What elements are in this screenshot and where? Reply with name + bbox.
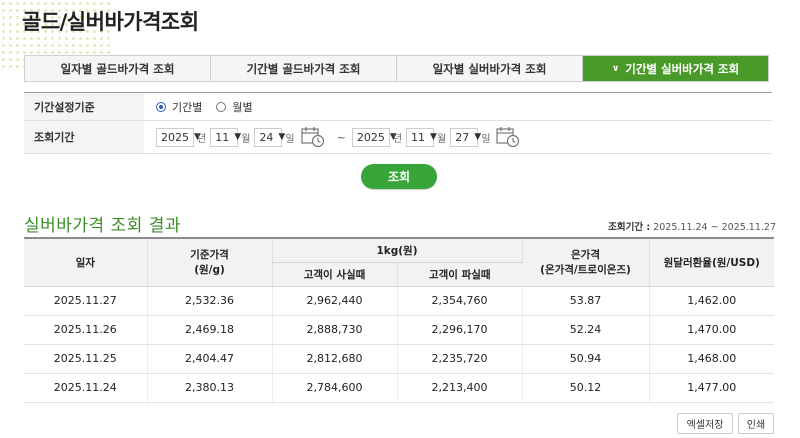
tab-label: 일자별 골드바가격 조회	[60, 61, 175, 76]
search-conditions: 기간설정기준 기간별 월별 조회기간 2025 ▼ 년 11 ▼ 월 24 ▼ 일 ~…	[24, 92, 772, 154]
header-unit: (온가격/트로이온즈)	[540, 264, 631, 277]
result-period: 조회기간 : 2025.11.24 ~ 2025.11.27	[608, 219, 776, 233]
cell-buy: 2,784,600	[272, 373, 398, 403]
unit-label: 일	[481, 133, 491, 145]
cell-silver-price: 50.12	[522, 373, 650, 403]
cell-date: 2025.11.27	[24, 286, 148, 316]
select-value: 2025	[161, 130, 189, 144]
header-date: 일자	[24, 237, 148, 287]
unit-label: 월	[241, 133, 251, 145]
cell-fx: 1,470.00	[649, 315, 774, 345]
select-value: 2025	[356, 130, 385, 144]
cell-buy: 2,812,680	[272, 344, 398, 374]
cell-date: 2025.11.26	[24, 315, 148, 345]
cell-base-price: 2,380.13	[147, 373, 273, 403]
cell-silver-price: 53.87	[522, 286, 650, 316]
start-day-select[interactable]: 24 ▼	[254, 127, 286, 147]
period-label: 조회기간 :	[608, 222, 651, 233]
unit-label: 년	[197, 133, 207, 145]
header-base-price: 기준가격 (원/g)	[147, 237, 273, 287]
tab-label: 기간별 골드바가격 조회	[246, 61, 361, 76]
end-year-select[interactable]: 2025 ▼	[351, 127, 397, 147]
chevron-down-icon: ▼	[278, 132, 286, 142]
tab-daily-gold[interactable]: 일자별 골드바가격 조회	[25, 56, 211, 81]
tab-period-silver[interactable]: ∨ 기간별 실버바가격 조회	[583, 56, 768, 81]
radio-unchecked-icon	[216, 101, 227, 112]
cell-sell: 2,235,720	[397, 344, 523, 374]
price-table: 일자 기준가격 (원/g) 1kg(원) 은가격 (온가격/트로이온즈) 원달러환율…	[24, 237, 774, 403]
range-separator: ~	[336, 130, 346, 144]
header-text: 기준가격	[190, 249, 229, 262]
tab-period-gold[interactable]: 기간별 골드바가격 조회	[211, 56, 397, 81]
cell-date: 2025.11.25	[24, 344, 148, 374]
unit-label: 년	[392, 133, 403, 145]
condition-row-range: 조회기간 2025 ▼ 년 11 ▼ 월 24 ▼ 일 ~ 2025 ▼ 년 11 ▼ 월…	[24, 121, 772, 154]
tab-bar: 일자별 골드바가격 조회 기간별 골드바가격 조회 일자별 실버바가격 조회 ∨…	[24, 55, 769, 82]
chevron-down-icon: ▼	[430, 132, 437, 142]
table-row: 2025.11.24 2,380.13 2,784,600 2,213,400 …	[24, 373, 774, 403]
table-row: 2025.11.26 2,469.18 2,888,730 2,296,170 …	[24, 315, 774, 345]
chevron-down-icon: ▼	[234, 132, 242, 142]
cell-silver-price: 52.24	[522, 315, 650, 345]
radio-checked-icon	[156, 101, 166, 112]
table-row: 2025.11.27 2,532.36 2,962,440 2,354,760 …	[24, 286, 774, 316]
calendar-icon[interactable]	[301, 126, 325, 148]
excel-save-button[interactable]: 엑셀저장	[677, 413, 733, 434]
condition-label: 조회기간	[24, 121, 144, 153]
cell-sell: 2,354,760	[397, 286, 523, 316]
header-buy: 고객이 사실때	[272, 262, 398, 287]
print-button[interactable]: 인쇄	[738, 413, 774, 434]
end-day-select[interactable]: 27 ▼	[450, 127, 482, 147]
select-value: 24	[259, 130, 274, 144]
cell-sell: 2,296,170	[397, 315, 523, 345]
radio-month[interactable]: 월별	[216, 99, 253, 115]
radio-period[interactable]: 기간별	[156, 99, 202, 115]
cell-base-price: 2,404.47	[147, 344, 273, 374]
radio-label: 월별	[232, 100, 253, 114]
period-value: 2025.11.24 ~ 2025.11.27	[653, 222, 776, 233]
table-row: 2025.11.25 2,404.47 2,812,680 2,235,720 …	[24, 344, 774, 374]
result-title: 실버바가격 조회 결과	[24, 216, 182, 236]
cell-date: 2025.11.24	[24, 373, 148, 403]
tab-daily-silver[interactable]: 일자별 실버바가격 조회	[397, 56, 583, 81]
cell-base-price: 2,469.18	[147, 315, 273, 345]
header-sell: 고객이 파실때	[397, 262, 522, 287]
header-text: 은가격	[571, 249, 600, 262]
cell-fx: 1,477.00	[649, 373, 774, 403]
unit-label: 일	[285, 133, 295, 145]
chevron-down-icon: ∨	[611, 63, 620, 74]
condition-row-type: 기간설정기준 기간별 월별	[24, 93, 772, 121]
condition-label: 기간설정기준	[24, 93, 144, 120]
header-silver-price: 은가격 (온가격/트로이온즈)	[522, 237, 650, 287]
start-month-select[interactable]: 11 ▼	[210, 127, 242, 147]
header-fx: 원달러환율(원/USD)	[649, 237, 774, 287]
cell-buy: 2,962,440	[272, 286, 398, 316]
page-title: 골드/실버바가격조회	[22, 10, 199, 34]
cell-buy: 2,888,730	[272, 315, 398, 345]
tab-label: 일자별 실버바가격 조회	[432, 61, 547, 76]
unit-label: 월	[437, 133, 447, 145]
calendar-icon[interactable]	[496, 126, 520, 148]
cell-fx: 1,462.00	[649, 286, 774, 316]
cell-sell: 2,213,400	[397, 373, 523, 403]
chevron-down-icon: ▼	[474, 132, 482, 142]
cell-fx: 1,468.00	[649, 344, 774, 374]
header-kg-group: 1kg(원)	[272, 237, 523, 263]
select-value: 27	[455, 130, 470, 144]
start-year-select[interactable]: 2025 ▼	[156, 127, 201, 147]
select-value: 11	[215, 130, 230, 144]
header-unit: (원/g)	[194, 264, 225, 277]
select-value: 11	[411, 130, 426, 144]
search-button[interactable]: 조회	[361, 164, 437, 189]
radio-label: 기간별	[172, 100, 203, 114]
cell-silver-price: 50.94	[522, 344, 650, 374]
tab-label: 기간별 실버바가격 조회	[625, 61, 740, 76]
cell-base-price: 2,532.36	[147, 286, 273, 316]
end-month-select[interactable]: 11 ▼	[406, 127, 437, 147]
